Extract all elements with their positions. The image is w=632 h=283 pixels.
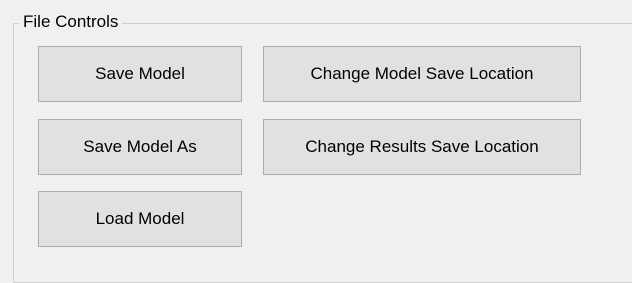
file-controls-group-title: File Controls — [19, 11, 123, 33]
change-model-save-location-button[interactable]: Change Model Save Location — [263, 46, 581, 102]
change-results-save-location-button[interactable]: Change Results Save Location — [263, 119, 581, 175]
save-model-as-button[interactable]: Save Model As — [38, 119, 242, 175]
save-model-button[interactable]: Save Model — [38, 46, 242, 102]
load-model-button[interactable]: Load Model — [38, 191, 242, 247]
